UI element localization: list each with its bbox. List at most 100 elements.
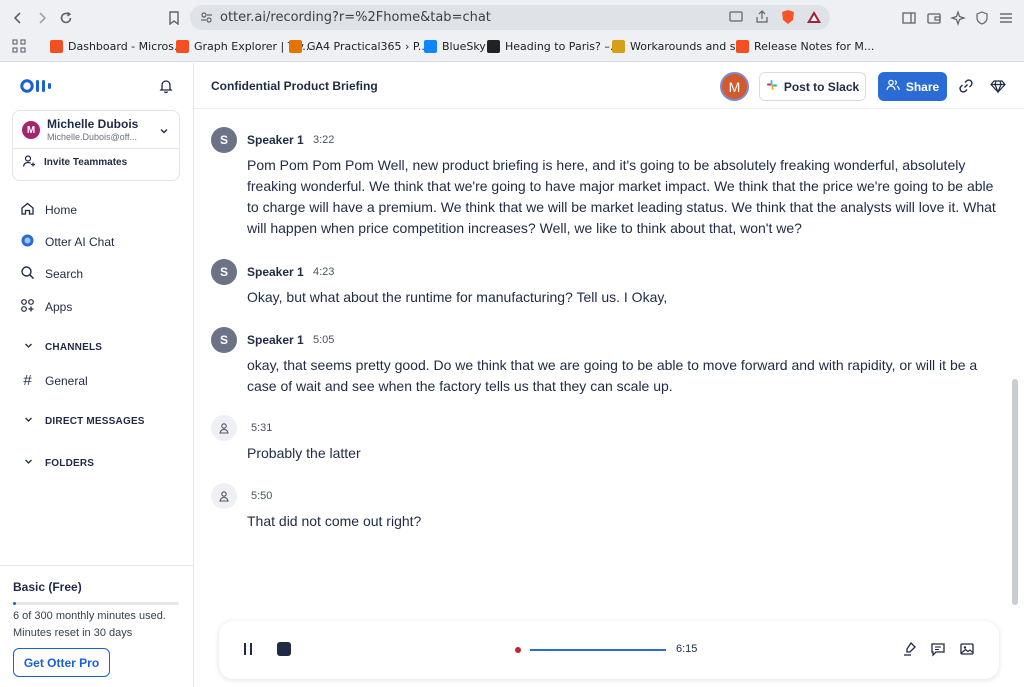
pause-button[interactable]	[241, 641, 255, 662]
sidebar-toggle-icon[interactable]	[900, 9, 918, 27]
bookmark-favicon-icon	[176, 39, 189, 53]
bookmark-item[interactable]: Dashboard - Micros...	[50, 38, 184, 54]
speaker-name[interactable]: Speaker 1	[247, 133, 304, 147]
highlight-icon[interactable]	[902, 641, 918, 662]
reload-icon[interactable]	[56, 8, 76, 28]
sidebar-item-label: General	[45, 373, 88, 388]
timestamp[interactable]: 3:22	[313, 134, 334, 146]
bookmark-item[interactable]: Heading to Paris? –...	[487, 38, 620, 54]
bookmark-item[interactable]: Workarounds and s...	[612, 38, 746, 54]
share-button[interactable]: Share	[878, 72, 947, 101]
apps-grid-icon[interactable]	[12, 38, 26, 54]
chevron-down-icon	[24, 415, 33, 427]
cast-icon[interactable]	[728, 9, 744, 25]
chevron-down-icon	[24, 341, 33, 353]
speaker-avatar[interactable]: S	[211, 327, 237, 353]
transcript-text[interactable]: okay, that seems pretty good. Do we thin…	[247, 355, 1003, 397]
post-to-slack-button[interactable]: Post to Slack	[759, 72, 866, 101]
bookmark-label: Release Notes for M...	[754, 39, 875, 53]
vpn-icon[interactable]	[973, 9, 991, 27]
unknown-speaker-avatar[interactable]	[211, 415, 237, 441]
otter-logo[interactable]	[20, 79, 58, 98]
speaker-avatar[interactable]: S	[211, 259, 237, 285]
sidebar: M Michelle Dubois Michelle.Dubois@off...…	[0, 63, 194, 687]
comment-icon[interactable]	[930, 641, 946, 662]
folders-section-toggle[interactable]: FOLDERS	[24, 457, 94, 469]
bookmark-favicon-icon	[736, 39, 749, 53]
timestamp[interactable]: 5:31	[251, 422, 272, 434]
link-icon[interactable]	[958, 78, 974, 99]
bookmark-favicon-icon	[612, 39, 625, 53]
transcript-text[interactable]: Probably the latter	[247, 443, 1003, 464]
bookmark-label: Dashboard - Micros...	[68, 39, 185, 53]
slack-icon	[766, 79, 778, 94]
back-icon[interactable]	[8, 8, 28, 28]
forward-icon[interactable]	[32, 8, 52, 28]
transcript-text[interactable]: Okay, but what about the runtime for man…	[247, 287, 1003, 308]
brave-rewards-icon[interactable]	[806, 9, 822, 25]
chevron-down-icon[interactable]	[159, 123, 169, 141]
bookmark-favicon-icon	[50, 39, 63, 53]
home-icon	[20, 201, 35, 219]
bookmark-favicon-icon	[424, 39, 437, 53]
transcript-text[interactable]: Pom Pom Pom Pom Well, new product briefi…	[247, 155, 1003, 239]
wallet-icon[interactable]	[925, 9, 943, 27]
share-page-icon[interactable]	[754, 9, 770, 25]
page-title[interactable]: Confidential Product Briefing	[211, 79, 378, 93]
speaker-name[interactable]: Speaker 1	[247, 265, 304, 279]
scrollbar[interactable]	[1012, 379, 1018, 605]
image-icon[interactable]	[959, 641, 975, 662]
sidebar-item-apps[interactable]: Apps	[20, 298, 72, 316]
timestamp[interactable]: 5:05	[313, 334, 334, 346]
sidebar-item-label: Home	[45, 203, 78, 217]
sidebar-item-search[interactable]: Search	[20, 265, 83, 283]
sidebar-item-home[interactable]: Home	[20, 201, 77, 219]
bookmark-icon[interactable]	[164, 8, 184, 28]
url-text[interactable]: otter.ai/recording?r=%2Fhome&tab=chat	[220, 10, 491, 25]
diamond-icon[interactable]	[990, 78, 1006, 99]
audio-player: 6:15	[219, 621, 999, 679]
user-icon	[219, 423, 229, 434]
stop-button[interactable]	[277, 642, 291, 656]
notification-bell-icon[interactable]	[158, 78, 174, 99]
menu-icon[interactable]	[997, 9, 1015, 27]
channels-section-toggle[interactable]: CHANNELS	[24, 341, 102, 353]
brave-shields-icon[interactable]	[780, 9, 796, 25]
speaker-name[interactable]: Speaker 1	[247, 333, 304, 347]
share-label: Share	[905, 79, 940, 94]
unknown-speaker-avatar[interactable]	[211, 483, 237, 509]
playback-track[interactable]	[530, 649, 666, 651]
direct-messages-section-toggle[interactable]: DIRECT MESSAGES	[24, 415, 145, 427]
user-name: Michelle Dubois	[47, 117, 139, 131]
timestamp[interactable]: 4:23	[313, 266, 334, 278]
account-card[interactable]: M Michelle Dubois Michelle.Dubois@off...…	[12, 110, 180, 181]
get-otter-pro-button[interactable]: Get Otter Pro	[13, 648, 110, 677]
main-panel: Confidential Product Briefing M Post to …	[194, 63, 1024, 687]
owner-avatar[interactable]: M	[720, 72, 749, 101]
bookmark-label: BlueSky	[442, 39, 486, 53]
sidebar-item-general[interactable]: # General	[20, 372, 88, 389]
bookmark-item[interactable]: GA4 Practical365 › P...	[289, 38, 428, 54]
otter-chat-icon	[20, 233, 35, 251]
user-avatar: M	[22, 121, 40, 139]
speaker-avatar[interactable]: S	[211, 127, 237, 153]
transcript-text[interactable]: That did not come out right?	[247, 511, 1003, 532]
bookmark-label: GA4 Practical365 › P...	[307, 39, 429, 53]
bookmark-item[interactable]: BlueSky	[424, 38, 486, 54]
bookmark-label: Heading to Paris? –...	[505, 39, 621, 53]
bookmark-favicon-icon	[289, 39, 302, 53]
leo-ai-icon[interactable]	[949, 9, 967, 27]
plan-panel: Basic (Free) 6 of 300 monthly minutes us…	[0, 565, 193, 687]
invite-teammates-button[interactable]: Invite Teammates	[22, 154, 127, 171]
sidebar-item-otter-ai-chat[interactable]: Otter AI Chat	[20, 233, 114, 251]
divider	[13, 148, 179, 149]
timestamp[interactable]: 5:50	[251, 490, 272, 502]
user-email: Michelle.Dubois@off...	[47, 132, 138, 142]
address-bar[interactable]: otter.ai/recording?r=%2Fhome&tab=chat	[190, 5, 830, 30]
site-settings-icon[interactable]	[200, 11, 213, 29]
search-icon	[20, 265, 35, 283]
bookmark-item[interactable]: Release Notes for M...	[736, 38, 874, 54]
sidebar-item-label: Search	[45, 267, 84, 281]
sidebar-item-label: Apps	[45, 300, 73, 314]
bookmark-favicon-icon	[487, 39, 500, 53]
